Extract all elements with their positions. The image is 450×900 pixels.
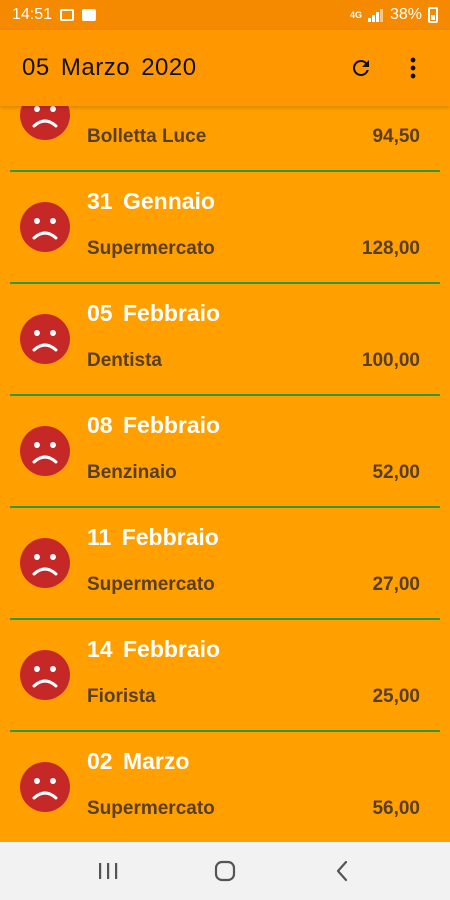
list-item[interactable]: 08 Febbraio Benzinaio 52,00 — [10, 396, 440, 508]
entry-date: 14 Febbraio — [87, 636, 221, 662]
entry-date: 02 Marzo — [87, 748, 190, 774]
entry-amount: 56,00 — [372, 798, 420, 819]
entry-description: Fiorista — [87, 686, 156, 707]
list-item[interactable]: 14 Febbraio Fiorista 25,00 — [10, 620, 440, 732]
battery-icon — [428, 7, 438, 23]
network-type: 4G — [349, 9, 362, 20]
entry-description: Benzinaio — [87, 462, 177, 483]
more-options-button[interactable] — [398, 53, 428, 83]
entry-amount: 25,00 — [372, 686, 420, 707]
page-title: 05 Marzo 2020 — [22, 54, 197, 81]
entry-date: 05 Febbraio — [87, 300, 221, 326]
home-button[interactable] — [205, 851, 245, 891]
entry-description: Supermercato — [87, 798, 215, 819]
entry-date: 08 Febbraio — [87, 412, 221, 438]
entry-date: 31 Gennaio — [87, 188, 215, 214]
list-item[interactable]: 02 Marzo Supermercato 56,00 — [10, 732, 440, 842]
status-bar: 14:51 4G 38% — [0, 0, 450, 30]
entry-date: 11 Febbraio — [87, 524, 219, 550]
entry-description: Supermercato — [87, 574, 215, 595]
sad-face-icon — [20, 538, 70, 588]
back-icon — [336, 860, 347, 882]
recent-apps-icon — [99, 863, 118, 879]
entry-amount: 27,00 — [372, 574, 420, 595]
list-item[interactable]: 11 Febbraio Supermercato 27,00 — [10, 508, 440, 620]
signal-icon — [367, 8, 384, 22]
status-time: 14:51 — [12, 6, 53, 23]
battery-percentage: 38% — [389, 6, 422, 23]
list-item[interactable]: 31 Gennaio Supermercato 128,00 — [10, 172, 440, 284]
more-vert-icon — [410, 57, 416, 79]
refresh-button[interactable] — [346, 53, 376, 83]
gallery-notification-icon — [60, 9, 75, 21]
sad-face-icon — [20, 202, 70, 252]
sad-face-icon — [20, 314, 70, 364]
list-item[interactable]: 05 Febbraio Dentista 100,00 — [10, 284, 440, 396]
sad-face-icon — [20, 106, 70, 140]
entry-amount: 128,00 — [361, 238, 420, 259]
entry-amount: 52,00 — [372, 462, 420, 483]
back-button[interactable] — [322, 851, 362, 891]
refresh-icon — [352, 59, 369, 76]
message-notification-icon — [82, 9, 97, 21]
sad-face-icon — [20, 426, 70, 476]
app-bar: 05 Marzo 2020 — [0, 30, 450, 106]
sad-face-icon — [20, 650, 70, 700]
entry-amount: 94,50 — [372, 126, 420, 147]
entry-description: Dentista — [87, 350, 162, 371]
list-item[interactable]: Bolletta Luce 94,50 — [10, 106, 440, 172]
entry-description: Supermercato — [87, 238, 215, 259]
entry-description: Bolletta Luce — [87, 126, 207, 147]
home-icon — [214, 860, 236, 882]
system-nav-bar — [0, 842, 450, 900]
entry-amount: 100,00 — [361, 350, 420, 371]
sad-face-icon — [20, 762, 70, 812]
recent-apps-button[interactable] — [88, 851, 128, 891]
expense-list[interactable]: Bolletta Luce 94,50 31 Gennaio Supermerc… — [0, 106, 450, 842]
